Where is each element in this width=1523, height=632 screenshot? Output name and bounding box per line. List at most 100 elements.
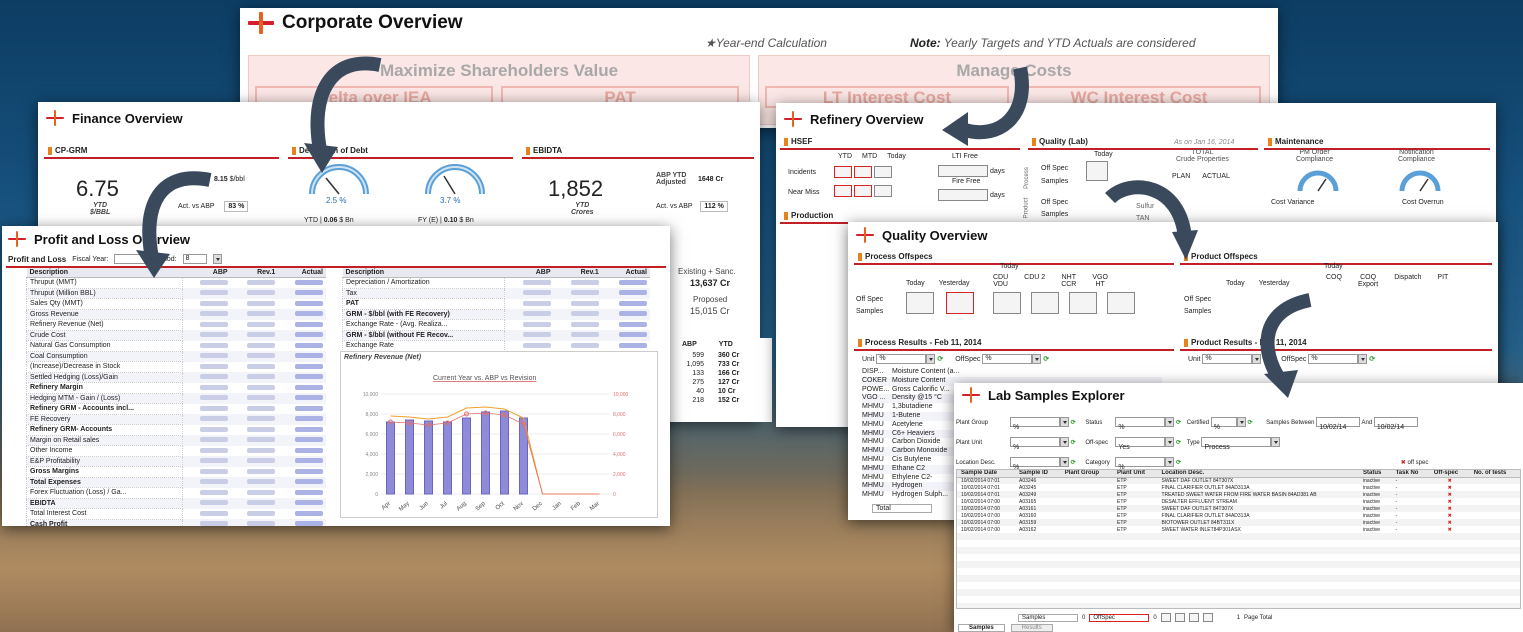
table-row[interactable]: Margin on Retail sales	[26, 434, 326, 446]
table-row[interactable]: Total Expenses	[26, 476, 326, 488]
table-row[interactable]: 10/02/2014 07:00 A03162 ETP SWEET WATER INL…	[957, 527, 1520, 534]
last-page-button[interactable]	[1202, 613, 1213, 622]
table-row[interactable]: 10/02/2014 07:01 A03249 ETP TREATED SWEET W…	[957, 492, 1520, 499]
chevron-down-icon[interactable]	[1358, 354, 1368, 364]
grm-target-unit: $/bbl	[229, 176, 245, 183]
table-row[interactable]: GRM - $/bbl (without FE Recov...	[341, 329, 650, 341]
offspec-filter-select[interactable]: Yes	[1115, 437, 1166, 451]
table-row[interactable]: Gross Margins	[26, 466, 327, 478]
table-row[interactable]: PAT	[341, 298, 651, 310]
prev-page-button[interactable]	[1174, 613, 1185, 622]
table-row[interactable]: Sales Qty (MMT)	[26, 298, 327, 310]
chevron-down-icon[interactable]	[1271, 437, 1281, 448]
date-from-input[interactable]: 10/02/14	[1316, 417, 1361, 431]
chevron-down-icon[interactable]	[926, 354, 936, 364]
refresh-icon[interactable]: ⟳	[937, 356, 943, 363]
actual-cell	[278, 320, 326, 331]
table-row[interactable]: Exchange Rate - (Avg. Realiza...	[341, 319, 651, 331]
property-cell: Carbon Dioxide	[892, 438, 941, 446]
table-row[interactable]: Refinery GRM - Accounts incl...	[26, 403, 327, 415]
certified-select[interactable]: %	[1210, 417, 1237, 431]
chevron-down-icon[interactable]	[1236, 417, 1246, 428]
actual-cell	[278, 467, 326, 478]
refresh-icon[interactable]: ⟳	[1043, 356, 1049, 363]
refresh-icon[interactable]: ⟳	[1071, 460, 1076, 466]
unit-select[interactable]: %	[876, 354, 927, 364]
status: inactive	[1363, 520, 1380, 526]
first-page-button[interactable]	[1160, 613, 1171, 622]
table-row[interactable]: E&P Profitability	[26, 455, 326, 467]
offspec-select[interactable]: %	[982, 354, 1033, 364]
offspec-icon: ✖	[1447, 485, 1452, 491]
table-row[interactable]: (Increase)/Decrease in Stock	[26, 361, 327, 373]
table-row[interactable]: Tax	[341, 287, 650, 299]
refresh-icon[interactable]: ⟳	[1176, 440, 1181, 446]
table-row[interactable]: 10/02/2014 07:00 A03161 ETP SWEET DAF OUTLE…	[957, 506, 1520, 513]
table-row[interactable]: Hedging MTM - Gain / (Loss)	[26, 392, 326, 404]
table-row[interactable]: EBIDTA	[26, 497, 326, 509]
offspec-legend-icon: ✖	[1400, 460, 1406, 466]
chevron-down-icon[interactable]	[1165, 417, 1175, 428]
table-row[interactable]: Cash Profit	[26, 518, 326, 526]
chevron-down-icon[interactable]	[1165, 437, 1175, 448]
rev-cell	[231, 467, 279, 478]
refresh-icon[interactable]: ⟳	[1247, 420, 1252, 426]
task-no: -	[1395, 527, 1398, 533]
status: inactive	[1363, 499, 1380, 505]
table-row[interactable]: Settled Hedging (Loss)/Gain	[26, 371, 326, 383]
plant-group-select[interactable]: %	[1010, 417, 1060, 431]
chevron-down-icon[interactable]	[1165, 457, 1175, 468]
table-row[interactable]: Natural Gas Consumption	[26, 340, 327, 352]
location-select[interactable]: %	[1010, 457, 1060, 471]
page-number[interactable]: 1	[1237, 615, 1240, 621]
refresh-icon[interactable]: ⟳	[1071, 440, 1076, 446]
table-row[interactable]: Total Interest Cost	[26, 508, 327, 520]
plant-unit-select[interactable]: %	[1010, 437, 1060, 451]
tab-samples[interactable]: Samples	[958, 624, 1005, 632]
status-select[interactable]: %	[1115, 417, 1166, 431]
row-label: Natural Gas Consumption	[26, 340, 183, 352]
process-results-header: Process Results - Feb 11, 2014	[854, 336, 1174, 351]
rev-cell	[231, 509, 279, 520]
table-row[interactable]: FE Recovery	[26, 413, 326, 425]
abp-unit: Cr	[715, 176, 724, 183]
pr-samples: Samples	[1184, 308, 1212, 315]
next-page-button[interactable]	[1188, 613, 1199, 622]
table-row[interactable]: 10/02/2014 07:00 A03159 ETP BIOTOWER OUTLET…	[957, 520, 1520, 527]
refresh-icon[interactable]: ⟳	[1071, 420, 1076, 426]
table-row[interactable]: Crude Cost	[26, 329, 326, 341]
table-row[interactable]: Thruput (Million BBL)	[26, 287, 326, 299]
table-row[interactable]: Coal Consumption	[26, 350, 326, 362]
refresh-icon[interactable]: ⟳	[1369, 356, 1375, 363]
table-row[interactable]: Refinery Revenue (Net)	[26, 319, 327, 331]
table-row[interactable]: 10/02/2014 07:01 A03246 ETP SWEET DAF OUTLE…	[957, 478, 1520, 486]
chevron-down-icon[interactable]	[1032, 354, 1042, 364]
tests	[1470, 527, 1520, 534]
table-row[interactable]: Refinery GRM- Accounts	[26, 424, 327, 436]
chevron-down-icon[interactable]	[1060, 417, 1069, 428]
unit-cell: MHMU	[862, 455, 884, 463]
table-row[interactable]: 10/02/2014 07:00 A03160 ETP FINAL CLARIFIER…	[957, 513, 1520, 520]
abp-cell	[504, 309, 554, 320]
cost-ytd: 152 Cr	[718, 397, 740, 404]
table-row[interactable]: Refinery Margin	[26, 382, 327, 394]
table-row[interactable]: Depreciation / Amortization	[341, 277, 651, 289]
table-row[interactable]: Other Income	[26, 445, 327, 457]
chevron-down-icon[interactable]	[1060, 437, 1069, 448]
table-row[interactable]: Exchange Rate	[341, 340, 651, 352]
table-row[interactable]: Gross Revenue	[26, 308, 326, 320]
chevron-down-icon[interactable]	[1060, 457, 1069, 468]
date-to-input[interactable]: 10/02/14	[1373, 417, 1418, 431]
table-row[interactable]: GRM - $/bbl (with FE Recovery)	[341, 308, 650, 320]
refresh-icon[interactable]: ⟳	[1176, 460, 1181, 466]
table-row[interactable]: DISP... Moisture Content (a...	[862, 368, 1162, 377]
y2-tick-label: 0	[613, 492, 616, 498]
cost-value-row: 133 166 Cr	[672, 369, 772, 378]
refresh-icon[interactable]: ⟳	[1176, 420, 1181, 426]
table-row[interactable]: Forex Fluctuation (Loss) / Ga...	[26, 487, 327, 499]
table-row[interactable]: 10/02/2014 07:01 A03245 ETP FINAL CLARIFIER…	[957, 485, 1520, 492]
category-select[interactable]: %	[1115, 457, 1166, 471]
type-select[interactable]: Process	[1201, 437, 1272, 451]
table-row[interactable]: 10/02/2014 07:00 A03165 ETP DESALTER EFFLUE…	[957, 499, 1520, 506]
tab-results[interactable]: Results	[1010, 624, 1053, 632]
